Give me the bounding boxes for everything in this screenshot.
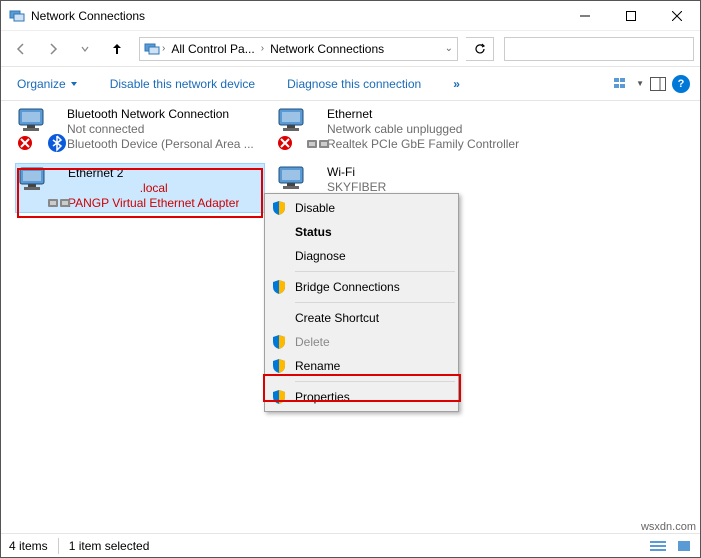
title-bar: Network Connections (1, 1, 700, 31)
connection-status: Network cable unplugged (327, 122, 519, 137)
search-input[interactable] (504, 37, 694, 61)
status-bar: 4 items 1 item selected (1, 533, 700, 557)
connection-device: PANGP Virtual Ethernet Adapter (68, 196, 239, 210)
organize-button[interactable]: Organize (11, 73, 84, 95)
disable-device-button[interactable]: Disable this network device (104, 73, 261, 95)
connection-status: .local (68, 181, 239, 196)
connection-device: Realtek PCIe GbE Family Controller (327, 137, 519, 152)
connection-device: Bluetooth Device (Personal Area ... (67, 137, 254, 152)
minimize-button[interactable] (562, 1, 608, 31)
connection-name: Wi-Fi (327, 165, 386, 180)
breadcrumb-segment[interactable]: Network Connections (266, 40, 388, 58)
adapter-icon (17, 107, 63, 153)
close-button[interactable] (654, 1, 700, 31)
breadcrumb-segment[interactable]: All Control Pa... (167, 40, 258, 58)
back-button[interactable] (7, 35, 35, 63)
up-button[interactable] (103, 35, 131, 63)
context-menu: Disable Status Diagnose Bridge Connectio… (264, 193, 459, 412)
ctx-disable[interactable]: Disable (267, 196, 456, 220)
view-details-button[interactable] (650, 539, 666, 553)
item-count: 4 items (9, 539, 48, 553)
ctx-status[interactable]: Status (267, 220, 456, 244)
diagnose-button[interactable]: Diagnose this connection (281, 73, 427, 95)
preview-pane-button[interactable] (650, 76, 666, 92)
connection-ethernet[interactable]: Ethernet Network cable unplugged Realtek… (275, 105, 525, 155)
chevron-down-icon[interactable]: ▼ (636, 79, 644, 88)
adapter-icon (18, 166, 64, 212)
ctx-rename[interactable]: Rename (267, 354, 456, 378)
ctx-shortcut[interactable]: Create Shortcut (267, 306, 456, 330)
ctx-diagnose[interactable]: Diagnose (267, 244, 456, 268)
connection-ethernet2[interactable]: Ethernet 2 .local PANGP Virtual Ethernet… (15, 163, 265, 213)
command-bar: Organize Disable this network device Dia… (1, 67, 700, 101)
separator (295, 381, 455, 382)
watermark: wsxdn.com (641, 521, 696, 533)
window-title: Network Connections (31, 9, 562, 23)
overflow-button[interactable]: » (447, 73, 466, 95)
app-icon (9, 8, 25, 24)
chevron-right-icon: › (261, 43, 264, 54)
connection-name: Ethernet (327, 107, 519, 122)
chevron-down-icon[interactable]: ⌄ (445, 43, 453, 54)
separator (295, 271, 455, 272)
separator (58, 538, 59, 554)
chevron-right-icon: › (162, 43, 165, 54)
view-large-icons-button[interactable] (676, 539, 692, 553)
ctx-delete[interactable]: Delete (267, 330, 456, 354)
shield-icon (271, 389, 287, 405)
connection-name: Ethernet 2 (68, 166, 239, 181)
nav-bar: › All Control Pa... › Network Connection… (1, 31, 700, 67)
ctx-properties[interactable]: Properties (267, 385, 456, 409)
forward-button[interactable] (39, 35, 67, 63)
shield-icon (271, 334, 287, 350)
ctx-bridge[interactable]: Bridge Connections (267, 275, 456, 299)
shield-icon (271, 200, 287, 216)
connection-name: Bluetooth Network Connection (67, 107, 254, 122)
shield-icon (271, 358, 287, 374)
help-icon[interactable]: ? (672, 75, 690, 93)
separator (295, 302, 455, 303)
breadcrumb[interactable]: › All Control Pa... › Network Connection… (139, 37, 458, 61)
refresh-button[interactable] (466, 37, 494, 61)
adapter-icon (277, 107, 323, 153)
shield-icon (271, 279, 287, 295)
view-icons-button[interactable] (614, 76, 630, 92)
selection-count: 1 item selected (69, 539, 150, 553)
connection-status: Not connected (67, 122, 254, 137)
history-dropdown[interactable] (71, 35, 99, 63)
maximize-button[interactable] (608, 1, 654, 31)
location-icon (144, 41, 160, 57)
connection-bluetooth[interactable]: Bluetooth Network Connection Not connect… (15, 105, 265, 155)
